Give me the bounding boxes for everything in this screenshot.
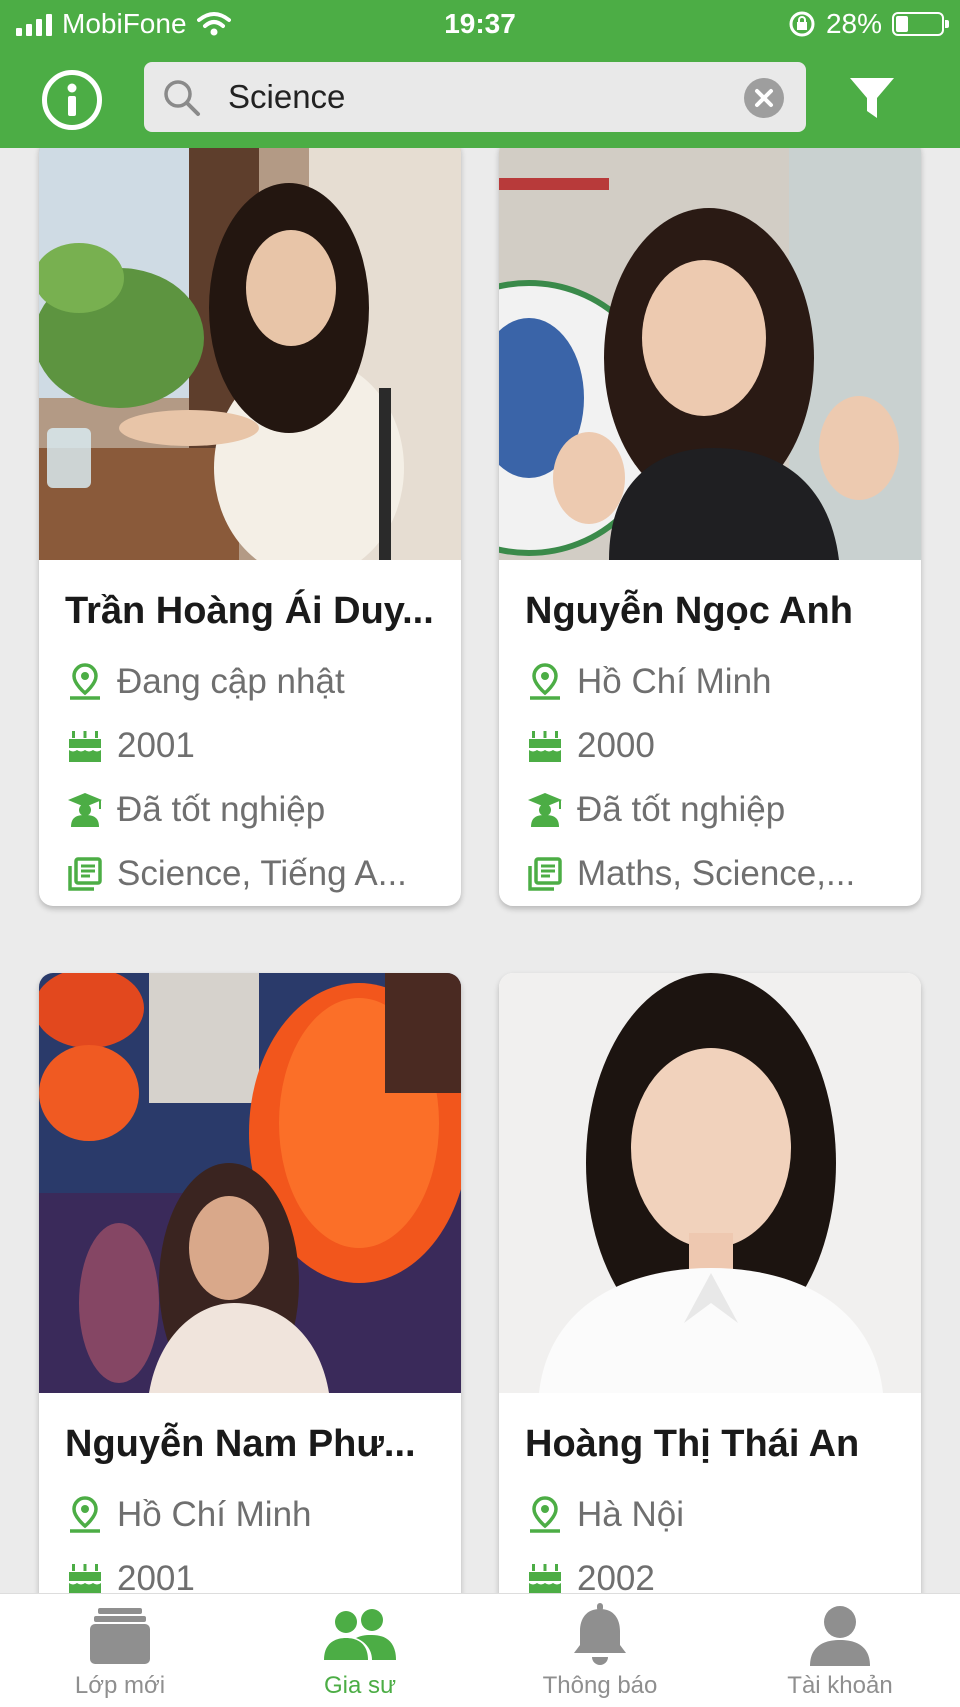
location-pin-icon bbox=[65, 1495, 105, 1535]
folder-icon bbox=[80, 1602, 160, 1670]
tutor-name: Trần Hoàng Ái Duy... bbox=[65, 590, 434, 632]
tutor-education: Đã tốt nghiệp bbox=[525, 778, 895, 842]
tutor-photo bbox=[39, 973, 461, 1393]
tutor-education: Đã tốt nghiệp bbox=[65, 778, 435, 842]
app-header: MobiFone 19:37 28% bbox=[0, 0, 960, 148]
bell-icon bbox=[560, 1602, 640, 1670]
location-pin-icon bbox=[65, 662, 105, 702]
tutor-card[interactable]: Hoàng Thị Thái An Hà Nội 2002 bbox=[499, 973, 921, 1593]
tab-new-classes[interactable]: Lớp mới bbox=[0, 1594, 240, 1707]
bottom-tab-bar: Lớp mới Gia sư Thông báo Tài khoản bbox=[0, 1593, 960, 1707]
cake-icon bbox=[65, 1559, 105, 1593]
tutor-birth-year: 2001 bbox=[65, 714, 435, 778]
tutor-photo bbox=[39, 148, 461, 560]
cake-icon bbox=[525, 726, 565, 766]
tutor-grid: Trần Hoàng Ái Duy... Đang cập nhật 2001 … bbox=[0, 148, 960, 1593]
tutor-photo bbox=[499, 148, 921, 560]
status-bar: MobiFone 19:37 28% bbox=[0, 0, 960, 50]
tab-account[interactable]: Tài khoản bbox=[720, 1594, 960, 1707]
book-list-icon bbox=[525, 854, 565, 894]
tutor-location: Hồ Chí Minh bbox=[65, 1483, 435, 1547]
tutor-name: Hoàng Thị Thái An bbox=[525, 1423, 860, 1465]
tutor-card[interactable]: Nguyễn Nam Phư... Hồ Chí Minh 2001 bbox=[39, 973, 461, 1593]
graduate-icon bbox=[525, 790, 565, 830]
tutor-birth-year: 2000 bbox=[525, 714, 895, 778]
status-right: 28% bbox=[788, 8, 949, 40]
people-icon bbox=[320, 1602, 400, 1670]
tutor-card[interactable]: Trần Hoàng Ái Duy... Đang cập nhật 2001 … bbox=[39, 148, 461, 906]
cake-icon bbox=[525, 1559, 565, 1593]
filter-icon[interactable] bbox=[848, 76, 896, 122]
location-pin-icon bbox=[525, 1495, 565, 1535]
tutor-location: Hồ Chí Minh bbox=[525, 650, 895, 714]
battery-icon bbox=[892, 12, 949, 36]
cake-icon bbox=[65, 726, 105, 766]
tab-notifications[interactable]: Thông báo bbox=[480, 1594, 720, 1707]
tab-tutors[interactable]: Gia sư bbox=[240, 1594, 480, 1707]
clear-search-button[interactable] bbox=[744, 78, 784, 118]
info-icon bbox=[67, 83, 77, 116]
search-bar bbox=[144, 62, 806, 132]
tutor-location: Hà Nội bbox=[525, 1483, 895, 1547]
search-icon bbox=[164, 80, 200, 116]
tutor-subjects: Science, Tiếng A... bbox=[65, 842, 435, 906]
tutor-photo bbox=[499, 973, 921, 1393]
tutor-location: Đang cập nhật bbox=[65, 650, 435, 714]
tutor-birth-year: 2001 bbox=[65, 1547, 435, 1593]
rotation-lock-icon bbox=[789, 11, 815, 37]
graduate-icon bbox=[65, 790, 105, 830]
close-icon bbox=[755, 89, 773, 107]
search-input[interactable] bbox=[228, 72, 728, 122]
battery-percent: 28% bbox=[825, 8, 882, 39]
user-icon bbox=[800, 1602, 880, 1670]
tutor-name: Nguyễn Ngọc Anh bbox=[525, 590, 853, 632]
tutor-subjects: Maths, Science,... bbox=[525, 842, 895, 906]
location-pin-icon bbox=[525, 662, 565, 702]
tutor-birth-year: 2002 bbox=[525, 1547, 895, 1593]
book-list-icon bbox=[65, 854, 105, 894]
tutor-name: Nguyễn Nam Phư... bbox=[65, 1423, 416, 1465]
tutor-card[interactable]: Nguyễn Ngọc Anh Hồ Chí Minh 2000 Đã tốt … bbox=[499, 148, 921, 906]
info-button[interactable] bbox=[42, 70, 102, 130]
